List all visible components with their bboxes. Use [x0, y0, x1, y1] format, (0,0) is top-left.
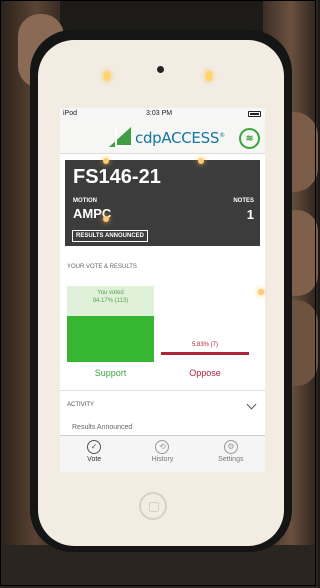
photo-frame: [0, 0, 316, 586]
